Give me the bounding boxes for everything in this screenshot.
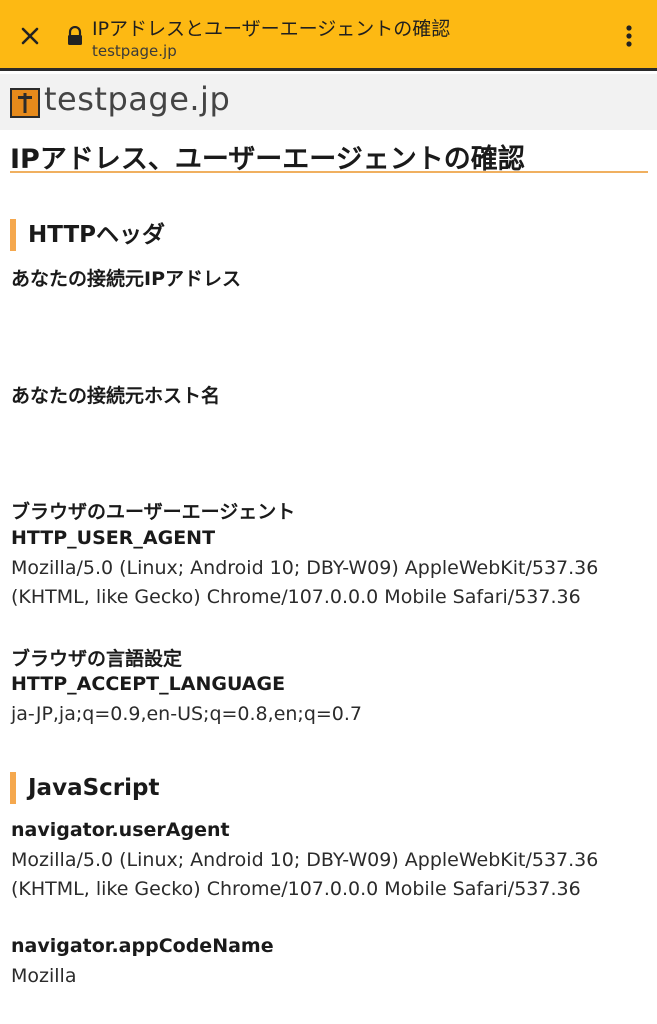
title-divider bbox=[10, 171, 648, 173]
section-heading-javascript: JavaScript bbox=[10, 772, 159, 804]
http-user-agent-value: Mozilla/5.0 (Linux; Android 10; DBY-W09)… bbox=[11, 557, 599, 608]
host-name-label: あなたの接続元ホスト名 bbox=[11, 385, 221, 407]
navigator-appcodename-key: navigator.appCodeName bbox=[11, 935, 274, 957]
lock-icon bbox=[66, 25, 84, 46]
http-user-agent-key: HTTP_USER_AGENT bbox=[11, 527, 216, 549]
navigator-useragent-key: navigator.userAgent bbox=[11, 819, 230, 841]
close-icon[interactable] bbox=[16, 22, 44, 50]
more-vertical-icon[interactable] bbox=[615, 22, 643, 50]
http-accept-language-key: HTTP_ACCEPT_LANGUAGE bbox=[11, 673, 286, 695]
ip-address-label: あなたの接続元IPアドレス bbox=[11, 268, 241, 290]
tab-title: IPアドレスとユーザーエージェントの確認 bbox=[92, 18, 451, 40]
site-header: testpage.jp bbox=[0, 74, 657, 130]
navigator-appcodename-value: Mozilla bbox=[11, 965, 77, 987]
navigator-useragent-value: Mozilla/5.0 (Linux; Android 10; DBY-W09)… bbox=[11, 849, 599, 900]
language-label: ブラウザの言語設定 bbox=[11, 648, 183, 670]
url-text[interactable]: testpage.jp bbox=[92, 42, 177, 60]
site-logo-icon[interactable] bbox=[10, 88, 40, 118]
section-heading-http: HTTPヘッダ bbox=[10, 219, 165, 251]
site-name[interactable]: testpage.jp bbox=[44, 80, 230, 118]
browser-toolbar: IPアドレスとユーザーエージェントの確認 testpage.jp bbox=[0, 0, 657, 71]
user-agent-label: ブラウザのユーザーエージェント bbox=[11, 501, 296, 523]
http-accept-language-value: ja-JP,ja;q=0.9,en-US;q=0.8,en;q=0.7 bbox=[11, 703, 363, 725]
